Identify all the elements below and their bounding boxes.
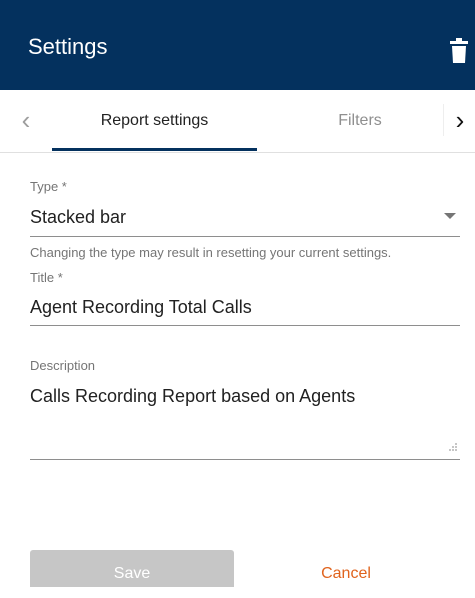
- description-value: Calls Recording Report based on Agents: [30, 386, 356, 406]
- resize-grip-icon[interactable]: [448, 442, 458, 452]
- tab-report-settings[interactable]: Report settings: [52, 90, 257, 150]
- title-underline: [30, 325, 460, 326]
- cancel-button[interactable]: Cancel: [300, 550, 392, 587]
- description-label: Description: [30, 358, 96, 373]
- type-label: Type *: [30, 179, 67, 194]
- trash-icon[interactable]: [450, 38, 468, 64]
- page-title: Settings: [28, 34, 108, 59]
- settings-header: Settings: [0, 0, 475, 90]
- save-button[interactable]: Save: [30, 550, 234, 587]
- chevron-left-icon[interactable]: ‹: [10, 104, 42, 136]
- type-helper-text: Changing the type may result in resettin…: [30, 245, 392, 260]
- title-value: Agent Recording Total Calls: [30, 297, 252, 317]
- type-value: Stacked bar: [30, 207, 127, 227]
- chevron-right-icon[interactable]: ›: [443, 104, 475, 136]
- tab-bar: ‹ Report settings Filters ›: [0, 90, 475, 153]
- active-tab-indicator: [52, 148, 257, 151]
- dropdown-arrow-icon: [444, 213, 456, 219]
- description-underline: [30, 459, 460, 460]
- tab-filters[interactable]: Filters: [300, 90, 420, 150]
- type-underline: [30, 236, 460, 237]
